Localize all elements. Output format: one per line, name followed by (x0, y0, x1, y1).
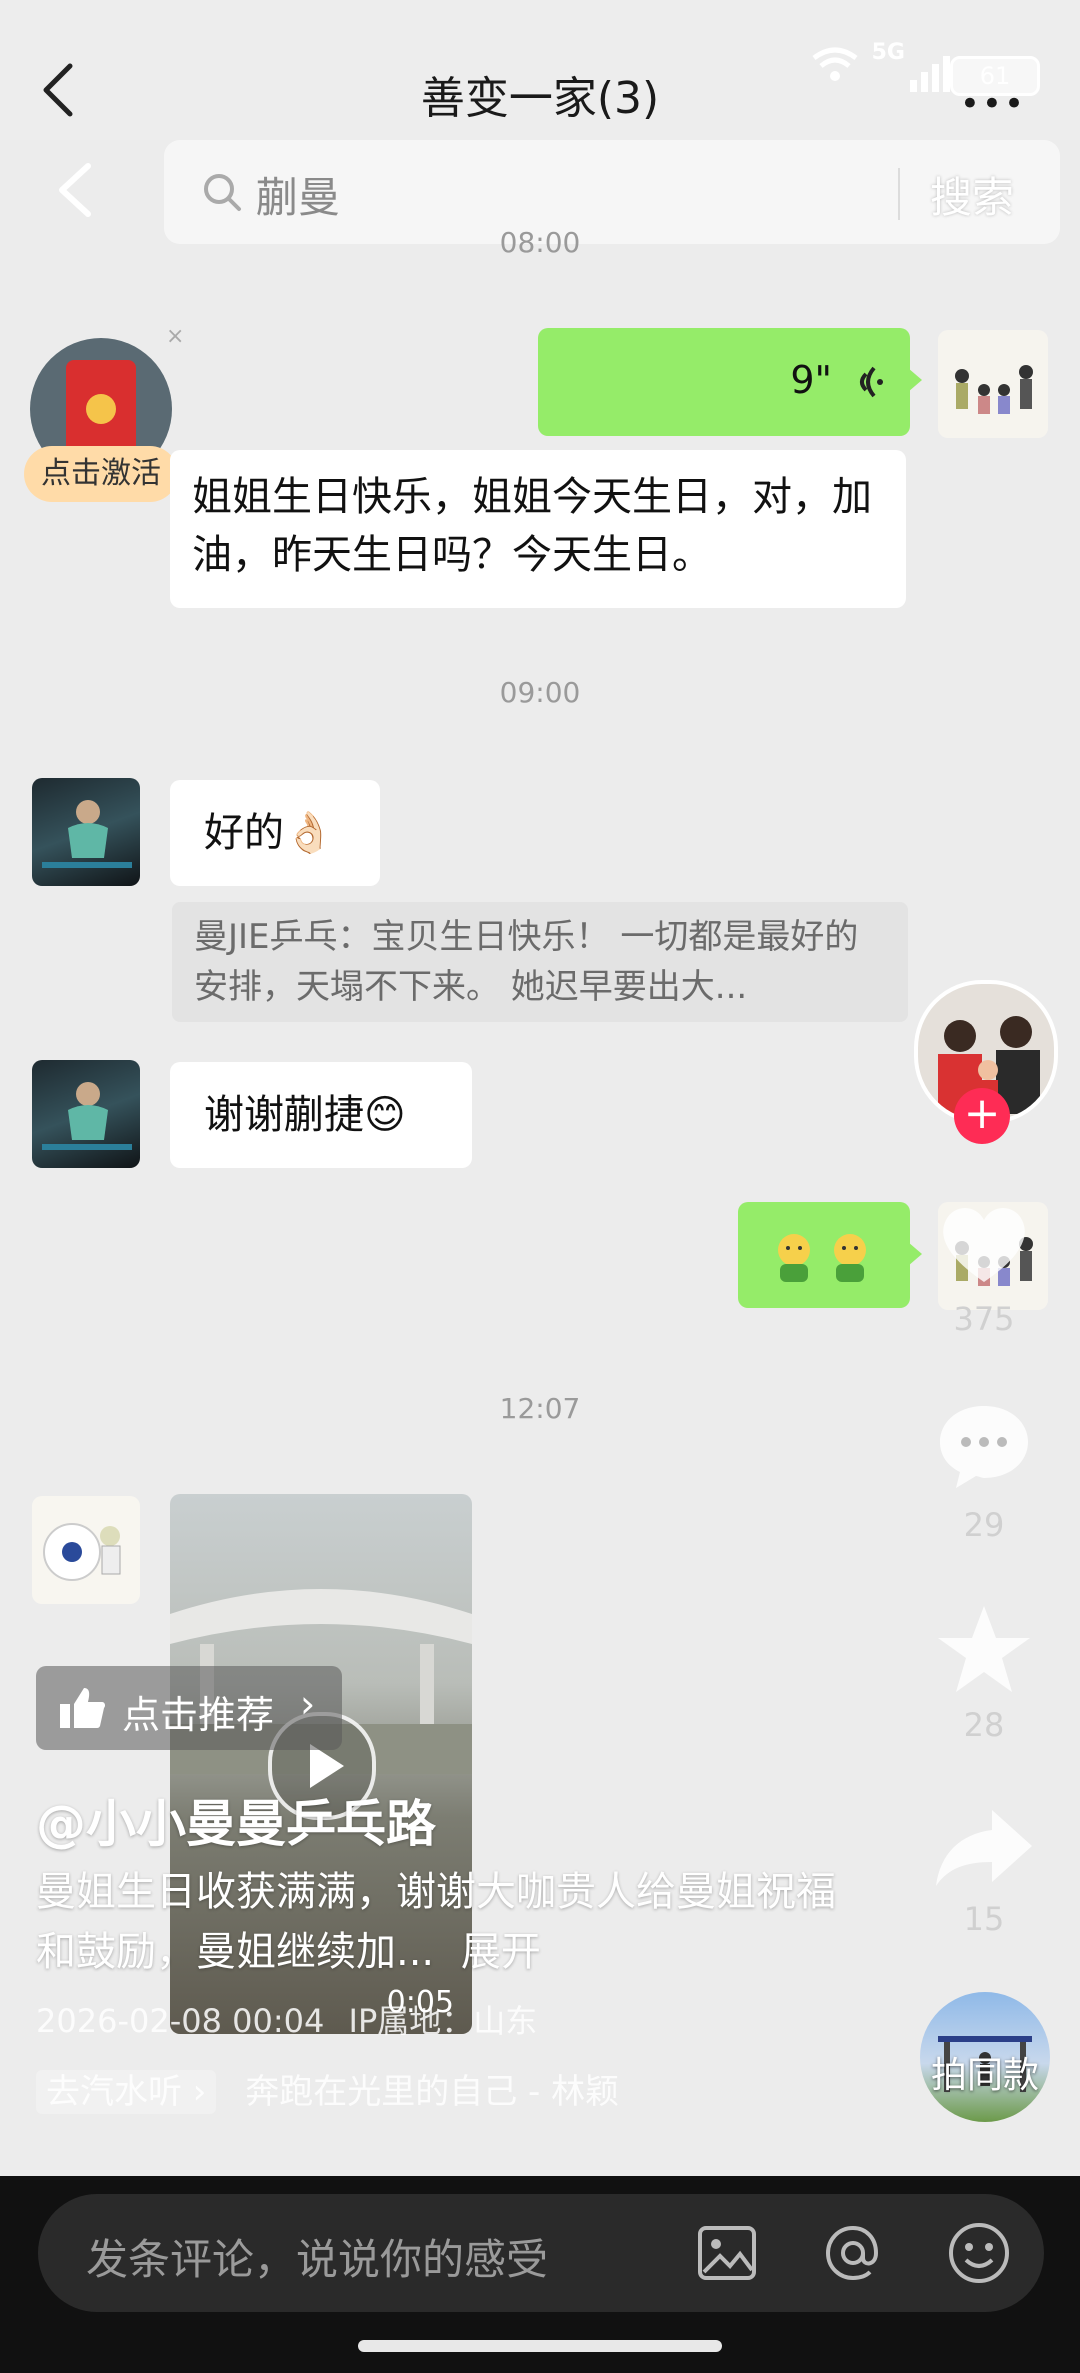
home-indicator[interactable] (358, 2340, 722, 2352)
logo-badge-icon (43, 1523, 121, 1581)
same-style-label: 拍同款 (930, 2055, 1039, 2096)
my-avatar[interactable] (938, 330, 1048, 438)
redpacket-icon (66, 360, 136, 460)
caption-text: 曼姐生日收获满满，谢谢大咖贵人给曼姐祝福和鼓励，曼姐继续加... (36, 1869, 836, 1975)
text-message-thanks[interactable]: 谢谢蒯捷😊 (170, 1062, 472, 1168)
sender-avatar[interactable] (32, 1496, 140, 1604)
like-count: 375 (953, 1300, 1015, 1338)
text-message[interactable]: 姐姐生日快乐，姐姐今天生日，对，加油，昨天生日吗？今天生日。 (170, 450, 906, 608)
post-meta: 2026-02-08 00:04 IP属地：山东 (36, 1996, 537, 2042)
recommend-button[interactable]: 点击推荐 › (36, 1666, 342, 1750)
friend-avatar[interactable] (32, 1060, 140, 1168)
like-heart-icon[interactable] (936, 1200, 1032, 1288)
quoted-message[interactable]: 曼JIE乒乓：宝贝生日快乐！ 一切都是最好的安排，天塌不下来。 她迟早要出大..… (172, 902, 908, 1022)
network-type: 5G (871, 40, 905, 65)
search-back-icon[interactable] (54, 160, 94, 220)
music-row[interactable]: 去汽水听 › 奔跑在光里的自己 - 林颖 (36, 2064, 619, 2114)
play-icon (310, 1744, 344, 1788)
thumbs-up-icon (60, 1688, 106, 1728)
voice-message[interactable]: 9" (538, 328, 910, 436)
pingpong-player-image (42, 800, 132, 868)
emoji-message[interactable] (738, 1202, 910, 1308)
same-style-disc[interactable]: 拍同款 (920, 1992, 1050, 2122)
favorite-star-icon[interactable] (934, 1602, 1034, 1698)
image-icon[interactable] (696, 2222, 758, 2284)
signal-icon (910, 56, 950, 92)
comment-bubble-icon[interactable] (936, 1400, 1032, 1490)
thumbs-emoji-icon (778, 1234, 866, 1282)
share-arrow-icon[interactable] (932, 1806, 1036, 1890)
comment-placeholder: 发条评论，说说你的感受 (86, 2235, 549, 2284)
search-icon (204, 174, 241, 211)
search-divider (898, 168, 900, 220)
comment-count: 29 (963, 1506, 1005, 1544)
text-message-ok[interactable]: 好的👌🏻 (170, 780, 380, 886)
family-drawing-icon (955, 365, 1033, 414)
post-ip: IP属地：山东 (348, 2002, 538, 2040)
chevron-right-icon: › (300, 1682, 316, 1726)
expand-link[interactable]: 展开 (461, 1929, 541, 1975)
close-icon[interactable]: × (166, 324, 184, 349)
more-options-icon[interactable]: ••• (960, 84, 1026, 124)
timestamp: 09:00 (499, 676, 581, 709)
post-date: 2026-02-08 00:04 (36, 2002, 325, 2040)
wifi-icon (812, 47, 858, 81)
share-count: 15 (963, 1900, 1005, 1938)
timestamp: 12:07 (499, 1392, 581, 1425)
author-name[interactable]: @小小曼曼乒乓路 (36, 1784, 436, 1856)
pingpong-player-image (42, 1082, 132, 1150)
mention-icon[interactable] (820, 2220, 886, 2286)
video-caption: 曼姐生日收获满满，谢谢大咖贵人给曼姐祝福和鼓励，曼姐继续加... 展开 (36, 1862, 836, 1982)
music-title[interactable]: 奔跑在光里的自己 - 林颖 (245, 2072, 619, 2112)
bubble-tail (908, 368, 922, 392)
voice-duration: 9" (790, 358, 832, 402)
voice-wave-icon (860, 366, 883, 398)
bubble-tail (908, 1242, 922, 1266)
favorite-count: 28 (963, 1706, 1005, 1744)
activate-badge[interactable]: 点击激活 (24, 446, 178, 502)
music-app-tag[interactable]: 去汽水听 › (36, 2070, 217, 2114)
friend-avatar[interactable] (32, 778, 140, 886)
search-button[interactable]: 搜索 (930, 164, 1014, 225)
follow-plus-icon[interactable]: + (954, 1088, 1010, 1144)
timestamp: 08:00 (499, 226, 581, 259)
search-input[interactable]: 蒯曼 (256, 164, 340, 225)
recommend-label: 点击推荐 (122, 1693, 275, 1737)
emoji-icon[interactable] (946, 2220, 1012, 2286)
